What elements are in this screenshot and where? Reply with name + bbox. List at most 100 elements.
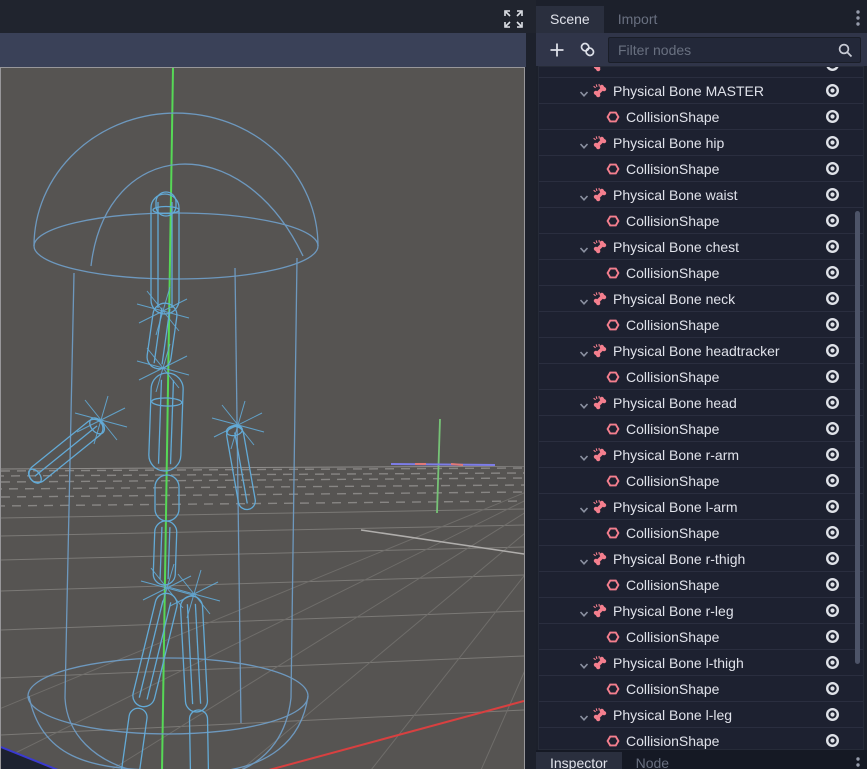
node-label: CollisionShape [626, 629, 719, 645]
visibility-eye-icon[interactable] [824, 628, 841, 645]
tree-row[interactable]: Physical Bone head [539, 390, 863, 416]
collapse-chevron-icon[interactable] [579, 294, 589, 304]
tree-row[interactable]: Physical Bone l-leg [539, 702, 863, 728]
physical-bone-icon [592, 66, 608, 73]
visibility-eye-icon[interactable] [824, 134, 841, 151]
visibility-eye-icon[interactable] [824, 212, 841, 229]
visibility-eye-icon[interactable] [824, 420, 841, 437]
physical-bone-icon [592, 395, 608, 411]
physical-bone-icon [592, 447, 608, 463]
tree-row[interactable]: Physical Bone chest [539, 234, 863, 260]
tree-row[interactable]: CollisionShape [539, 156, 863, 182]
viewport-sky [1, 68, 524, 769]
collapse-chevron-icon[interactable] [579, 398, 589, 408]
node-label: CollisionShape [626, 213, 719, 229]
physical-bone-icon [592, 291, 608, 307]
visibility-eye-icon[interactable] [824, 446, 841, 463]
tree-row[interactable]: Physical Bone neck [539, 286, 863, 312]
visibility-eye-icon[interactable] [824, 160, 841, 177]
tree-row[interactable]: CollisionShape [539, 312, 863, 338]
tree-row[interactable]: Physical Bone waist [539, 182, 863, 208]
collapse-chevron-icon[interactable] [579, 502, 589, 512]
tab-inspector[interactable]: Inspector [536, 752, 622, 769]
node-label: Physical Bone l-leg [613, 707, 732, 723]
visibility-eye-icon[interactable] [824, 238, 841, 255]
collapse-chevron-icon[interactable] [579, 450, 589, 460]
visibility-eye-icon[interactable] [824, 472, 841, 489]
visibility-eye-icon[interactable] [824, 342, 841, 359]
scene-toolbar [536, 33, 867, 66]
tree-row[interactable] [539, 66, 863, 78]
visibility-eye-icon[interactable] [824, 368, 841, 385]
tree-row[interactable]: CollisionShape [539, 416, 863, 442]
tree-row[interactable]: CollisionShape [539, 676, 863, 702]
tree-row[interactable]: CollisionShape [539, 104, 863, 130]
visibility-eye-icon[interactable] [824, 394, 841, 411]
tree-scrollbar[interactable] [855, 211, 860, 664]
add-node-button[interactable] [545, 38, 569, 62]
collision-shape-icon [605, 733, 621, 749]
tree-row[interactable]: CollisionShape [539, 208, 863, 234]
node-label: CollisionShape [626, 681, 719, 697]
visibility-eye-icon[interactable] [824, 316, 841, 333]
scene-tree[interactable]: Physical Bone MASTERCollisionShapePhysic… [538, 66, 864, 750]
visibility-eye-icon[interactable] [824, 576, 841, 593]
tree-row[interactable]: CollisionShape [539, 520, 863, 546]
visibility-eye-icon[interactable] [824, 550, 841, 567]
tab-scene[interactable]: Scene [536, 6, 604, 33]
node-label: Physical Bone MASTER [613, 83, 764, 99]
expand-viewport-icon[interactable] [504, 10, 523, 28]
tree-row[interactable]: CollisionShape [539, 728, 863, 750]
collapse-chevron-icon[interactable] [579, 86, 589, 96]
collapse-chevron-icon[interactable] [579, 346, 589, 356]
collapse-chevron-icon[interactable] [579, 710, 589, 720]
tree-row[interactable]: Physical Bone headtracker [539, 338, 863, 364]
node-label: Physical Bone r-leg [613, 603, 734, 619]
collapse-chevron-icon[interactable] [579, 190, 589, 200]
visibility-eye-icon[interactable] [824, 264, 841, 281]
tab-import[interactable]: Import [604, 6, 672, 33]
visibility-eye-icon[interactable] [824, 498, 841, 515]
tree-row[interactable]: Physical Bone r-thigh [539, 546, 863, 572]
tree-row[interactable]: Physical Bone l-arm [539, 494, 863, 520]
tree-row[interactable]: CollisionShape [539, 572, 863, 598]
visibility-eye-icon[interactable] [824, 602, 841, 619]
collapse-chevron-icon[interactable] [579, 606, 589, 616]
collapse-chevron-icon[interactable] [579, 658, 589, 668]
tree-row[interactable]: CollisionShape [539, 624, 863, 650]
node-label: CollisionShape [626, 161, 719, 177]
collapse-chevron-icon[interactable] [579, 242, 589, 252]
godot-editor: SceneImport [0, 0, 867, 769]
collapse-chevron-icon[interactable] [579, 554, 589, 564]
tree-row[interactable]: Physical Bone hip [539, 130, 863, 156]
node-label: CollisionShape [626, 473, 719, 489]
visibility-eye-icon[interactable] [824, 290, 841, 307]
visibility-eye-icon[interactable] [824, 654, 841, 671]
visibility-eye-icon[interactable] [824, 66, 841, 73]
visibility-eye-icon[interactable] [824, 732, 841, 749]
bottom-dock-menu-icon[interactable] [853, 755, 863, 769]
tree-row[interactable]: Physical Bone r-arm [539, 442, 863, 468]
collapse-chevron-icon[interactable] [579, 138, 589, 148]
visibility-eye-icon[interactable] [824, 82, 841, 99]
visibility-eye-icon[interactable] [824, 680, 841, 697]
tree-row[interactable]: CollisionShape [539, 468, 863, 494]
visibility-eye-icon[interactable] [824, 108, 841, 125]
visibility-eye-icon[interactable] [824, 186, 841, 203]
visibility-eye-icon[interactable] [824, 524, 841, 541]
node-label: CollisionShape [626, 733, 719, 749]
tree-row[interactable]: Physical Bone MASTER [539, 78, 863, 104]
instance-scene-link-icon[interactable] [575, 38, 599, 62]
3d-viewport[interactable] [0, 67, 525, 769]
filter-nodes-input[interactable] [609, 42, 860, 58]
tree-row[interactable]: Physical Bone l-thigh [539, 650, 863, 676]
dock-menu-icon[interactable] [853, 8, 863, 28]
tree-row[interactable]: CollisionShape [539, 364, 863, 390]
physical-bone-icon [592, 551, 608, 567]
visibility-eye-icon[interactable] [824, 706, 841, 723]
tab-node[interactable]: Node [622, 752, 683, 769]
tree-row[interactable]: Physical Bone r-leg [539, 598, 863, 624]
physical-bone-icon [592, 135, 608, 151]
tree-row[interactable]: CollisionShape [539, 260, 863, 286]
collision-shape-icon [605, 213, 621, 229]
